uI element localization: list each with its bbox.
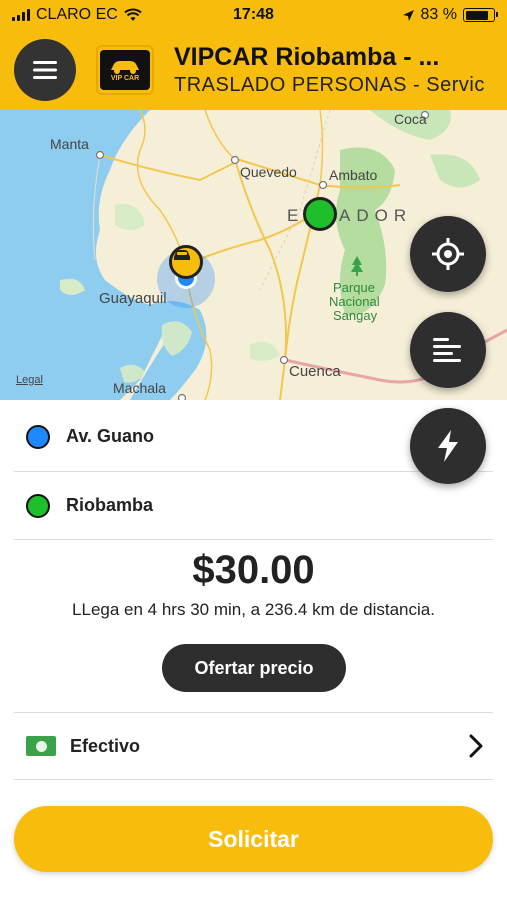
locate-button[interactable] bbox=[410, 216, 486, 292]
logo-text: VIP CAR bbox=[110, 74, 140, 82]
destination-row[interactable]: Riobamba bbox=[14, 472, 493, 540]
menu-button[interactable] bbox=[14, 39, 76, 101]
status-left: CLARO EC bbox=[12, 6, 142, 24]
map-legal-link[interactable]: Legal bbox=[16, 374, 43, 386]
status-bar: CLARO EC 17:48 83 % bbox=[0, 0, 507, 30]
list-button[interactable] bbox=[410, 312, 486, 388]
taxi-car-icon bbox=[174, 250, 190, 260]
hamburger-menu-icon bbox=[33, 61, 57, 79]
app-header: VIP CAR VIPCAR Riobamba - ... TRASLADO P… bbox=[0, 30, 507, 110]
battery-level bbox=[465, 10, 488, 20]
battery-icon bbox=[463, 8, 498, 22]
battery-percent: 83 % bbox=[420, 6, 457, 23]
logo-inner: VIP CAR bbox=[100, 50, 150, 90]
crosshair-locate-icon bbox=[432, 238, 464, 270]
header-text: VIPCAR Riobamba - ... TRASLADO PERSONAS … bbox=[174, 42, 492, 98]
request-button[interactable]: Solicitar bbox=[14, 806, 493, 872]
destination-dot bbox=[26, 493, 50, 518]
map-label-manta: Manta bbox=[50, 136, 89, 152]
map-label-country-e: E bbox=[287, 206, 303, 225]
destination-marker[interactable] bbox=[303, 197, 337, 231]
align-left-list-icon bbox=[433, 338, 461, 362]
map-label-country-rest: ADOR bbox=[339, 206, 413, 225]
location-arrow-icon bbox=[402, 9, 414, 21]
header-subtitle: TRASLADO PERSONAS - Servic bbox=[174, 74, 485, 96]
trip-price: $30.00 bbox=[192, 548, 315, 592]
map-label-nacional: Nacional bbox=[329, 294, 380, 309]
header-title: VIPCAR Riobamba - ... bbox=[174, 43, 440, 71]
trip-eta: LLega en 4 hrs 30 min, a 236.4 km de dis… bbox=[72, 600, 435, 619]
flash-button[interactable] bbox=[410, 408, 486, 484]
offer-price-button[interactable]: Ofertar precio bbox=[162, 644, 346, 692]
map-label-machala: Machala bbox=[113, 380, 166, 396]
payment-method-row[interactable]: Efectivo bbox=[14, 712, 493, 780]
logo-car-icon bbox=[111, 60, 139, 74]
origin-dot bbox=[26, 424, 50, 449]
map-label-guayaquil: Guayaquil bbox=[99, 290, 167, 307]
origin-label: Av. Guano bbox=[66, 426, 155, 446]
map-label-ambato: Ambato bbox=[329, 167, 378, 183]
app-logo: VIP CAR bbox=[96, 45, 154, 95]
signal-icon bbox=[12, 9, 30, 21]
destination-label: Riobamba bbox=[66, 495, 154, 515]
map-label-coca: Coca bbox=[394, 111, 427, 127]
map-label-parque: Parque bbox=[333, 280, 375, 295]
payment-method-label: Efectivo bbox=[70, 735, 141, 756]
wifi-icon bbox=[124, 8, 142, 21]
cash-banknote-icon bbox=[26, 736, 56, 756]
chevron-right-icon bbox=[469, 734, 483, 758]
map-label-sangay: Sangay bbox=[333, 308, 378, 323]
status-right: 83 % bbox=[402, 6, 498, 24]
lightning-bolt-icon bbox=[438, 430, 458, 462]
carrier-name: CLARO EC bbox=[36, 6, 118, 23]
taxi-marker[interactable] bbox=[169, 245, 203, 279]
map-label-quevedo: Quevedo bbox=[240, 164, 297, 180]
map-label-cuenca: Cuenca bbox=[289, 363, 341, 380]
